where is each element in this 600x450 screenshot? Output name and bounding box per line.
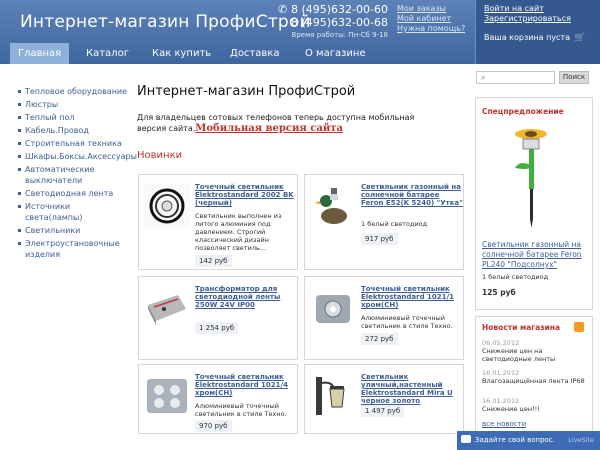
news-title[interactable]: Новости магазина	[482, 323, 560, 332]
product-name[interactable]: Светильник газонный на солнечной батарее…	[361, 183, 463, 207]
product-price: 1 497 руб	[361, 405, 405, 417]
sidebar-item-electrical[interactable]: Электроустановочные изделия	[18, 238, 130, 260]
sidebar-item-construction[interactable]: Строительная техника	[18, 138, 130, 149]
phone-icon: ✆	[278, 3, 288, 16]
chat-brand: LiveSite	[568, 436, 594, 444]
special-offer-name[interactable]: Светильник газонный на солнечной батарее…	[482, 240, 590, 270]
news-text: Снижение цен!!!	[482, 405, 540, 413]
page-title: Интернет-магазин ПрофиСтрой	[137, 84, 356, 99]
search-icon: ⌕	[481, 73, 486, 82]
sidebar-item-cabinets[interactable]: Шкафы.Боксы.Аксессуары	[18, 151, 137, 162]
help-link[interactable]: Нужна помощь?	[397, 24, 465, 34]
product-price: 142 руб	[195, 255, 232, 267]
sidebar-item-cable[interactable]: Кабель.Провод	[18, 125, 130, 136]
new-products-heading: Новинки	[137, 150, 183, 161]
chat-bubble-icon	[461, 435, 471, 443]
sunflower-lamp-icon[interactable]	[501, 120, 561, 232]
site-header: Интернет-магазин ПрофиСтрой ✆ 8 (495)632…	[0, 0, 600, 64]
news-item[interactable]: 16.01.2012 Снижение цен!!!	[482, 397, 590, 413]
sidebar-item-warm-floor[interactable]: Теплый пол	[18, 112, 130, 123]
login-link[interactable]: Войти на сайт	[476, 4, 571, 14]
cart-status[interactable]: Ваша корзина пуста 🛒	[484, 33, 585, 43]
my-orders-link[interactable]: Мои заказы	[397, 4, 465, 14]
news-panel: Новости магазина 06.05.2012 Снижение цен…	[475, 316, 593, 450]
product-card[interactable]: Точечный светильник Elektrostandard 2002…	[138, 174, 298, 270]
wall-lantern-icon	[310, 373, 356, 419]
product-name[interactable]: Трансформатор для светодиодной ленты 250…	[195, 285, 297, 309]
main-content: Интернет-магазин ПрофиСтрой Для владельц…	[137, 84, 465, 161]
auth-box: Войти на сайт Зарегистрироваться Ваша ко…	[475, 0, 600, 64]
news-text: Влагозащищённая лента IP68	[482, 377, 585, 385]
product-card[interactable]: Светильник уличный,настенный Elektrostan…	[304, 364, 464, 434]
cart-icon: 🛒	[574, 33, 586, 43]
news-text: Снижение цен на светодиодные ленты	[482, 347, 556, 363]
nav-about[interactable]: О магазине	[305, 43, 366, 64]
sidebar-item-led-strip[interactable]: Светодиодная лента	[18, 188, 130, 199]
quad-spotlight-icon	[144, 373, 190, 419]
product-desc: Светильник выполнен из литого алюминия п…	[195, 212, 282, 252]
category-sidebar: Тепловое оборудование Люстры Теплый пол …	[18, 86, 137, 262]
square-spotlight-icon	[310, 285, 356, 331]
my-cabinet-link[interactable]: Мой кабинет	[397, 14, 465, 24]
special-offer-title: Спецпредложение	[482, 107, 564, 116]
search-input[interactable]: ⌕	[476, 71, 555, 84]
sidebar-item-breakers[interactable]: Автоматические выключатели	[18, 164, 130, 186]
chat-widget[interactable]: Задайте свой вопрос. LiveSite	[457, 431, 600, 450]
account-links: Мои заказы Мой кабинет Нужна помощь?	[397, 4, 465, 34]
product-name[interactable]: Точечный светильник Elektrostandard 2002…	[195, 183, 297, 207]
register-link[interactable]: Зарегистрироваться	[476, 14, 571, 24]
mobile-version-link[interactable]: Мобильная версия сайта	[195, 123, 343, 134]
phone-number-2: 8 (495)632-00-68	[290, 16, 388, 29]
product-price: 272 руб	[361, 333, 398, 345]
nav-home[interactable]: Главная	[10, 43, 70, 64]
news-date: 16.01.2012	[482, 369, 520, 377]
product-name[interactable]: Точечный светильник Elektrostandard 1021…	[361, 285, 463, 309]
main-nav: Главная Каталог Как купить Доставка О ма…	[0, 43, 475, 64]
news-item[interactable]: 06.05.2012 Снижение цен на светодиодные …	[482, 339, 590, 363]
sidebar-item-lamps[interactable]: Источники света(лампы)	[18, 201, 130, 223]
product-name[interactable]: Точечный светильник Elektrostandard 1021…	[195, 373, 297, 397]
all-news-link[interactable]: все новости	[482, 420, 526, 428]
sidebar-item-heating[interactable]: Тепловое оборудование	[18, 86, 130, 97]
ring-spotlight-icon	[144, 183, 190, 229]
duck-lamp-icon	[310, 183, 356, 229]
work-hours: Время работы: Пн-Сб 9-18	[291, 31, 388, 39]
transformer-icon	[144, 285, 190, 331]
special-offer-desc: 1 белый светодиод	[482, 273, 549, 281]
sidebar-item-fixtures[interactable]: Светильники	[18, 225, 130, 236]
news-date: 16.01.2012	[482, 397, 520, 405]
cart-label: Ваша корзина пуста	[484, 33, 571, 42]
nav-how-to-buy[interactable]: Как купить	[152, 43, 211, 64]
product-card[interactable]: Точечный светильник Elektrostandard 1021…	[304, 276, 464, 360]
product-price: 917 руб	[361, 233, 398, 245]
sidebar-item-chandeliers[interactable]: Люстры	[18, 99, 130, 110]
site-title[interactable]: Интернет-магазин ПрофиСтрой	[20, 12, 311, 32]
product-card[interactable]: Трансформатор для светодиодной ленты 250…	[138, 276, 298, 360]
product-price: 970 руб	[195, 420, 232, 432]
nav-delivery[interactable]: Доставка	[230, 43, 279, 64]
nav-catalog[interactable]: Каталог	[86, 43, 129, 64]
special-offer-panel: Спецпредложение Светильник газонный на с…	[475, 97, 593, 310]
search-button[interactable]: Поиск	[559, 71, 589, 84]
special-offer-price: 125 руб	[482, 288, 516, 297]
product-card[interactable]: Светильник газонный на солнечной батарее…	[304, 174, 464, 270]
product-desc: Алюминиевый точечный светильник в стиле …	[195, 402, 287, 418]
news-item[interactable]: 16.01.2012 Влагозащищённая лента IP68	[482, 369, 590, 385]
product-card[interactable]: Точечный светильник Elektrostandard 1021…	[138, 364, 298, 434]
chat-label: Задайте свой вопрос.	[475, 436, 555, 444]
phone-number-1: 8 (495)632-00-60	[290, 3, 388, 16]
product-price: 1 254 руб	[195, 322, 239, 334]
rss-icon[interactable]	[574, 322, 584, 332]
mobile-note: Для владельцев сотовых телефонов теперь …	[137, 112, 442, 134]
product-desc: Алюминиевый точечный светильник в стиле …	[361, 314, 453, 330]
product-name[interactable]: Светильник уличный,настенный Elektrostan…	[361, 373, 463, 405]
news-date: 06.05.2012	[482, 339, 520, 347]
product-desc: 1 белый светодиод	[361, 220, 428, 228]
